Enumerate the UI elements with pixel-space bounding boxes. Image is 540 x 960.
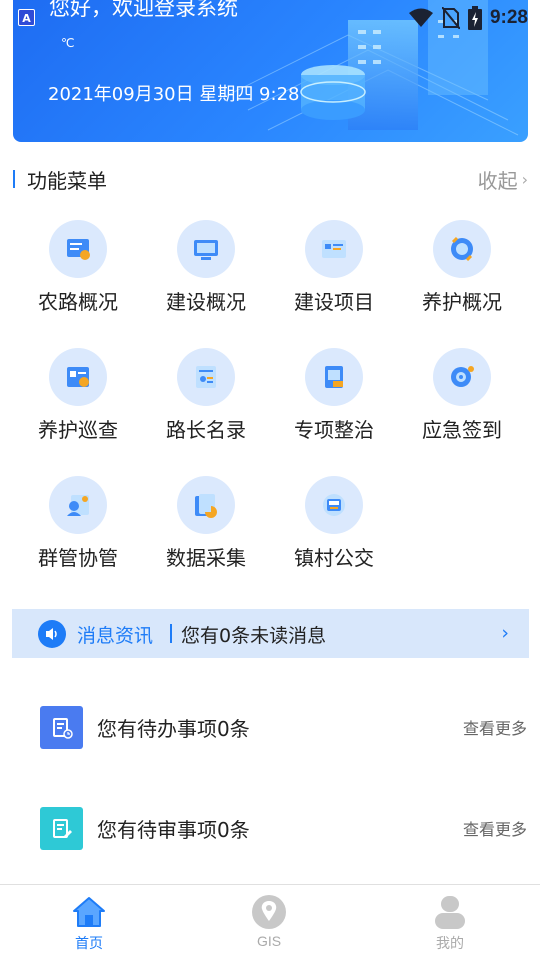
status-time: 9:28 [489,7,528,28]
menu-item-label: 建设概况 [166,290,246,314]
construction-project-icon [305,220,363,278]
menu-item-construction-project[interactable]: 建设项目 [270,220,398,330]
section-accent-bar [13,170,15,188]
pending-review-row[interactable]: 您有待审事项0条 查看更多 [0,798,540,858]
bottom-navigation: 首页 GIS 我的 [0,884,540,960]
message-label: 消息资讯 [77,625,154,647]
menu-item-label: 专项整治 [294,418,374,442]
menu-item-label: 镇村公交 [294,546,374,570]
pending-todo-more-link[interactable]: 查看更多 [463,715,527,739]
menu-item-label: 养护巡查 [38,418,118,442]
collapse-button[interactable]: 收起 › [478,165,528,194]
message-notice-bar[interactable]: 消息资讯 您有0条未读消息 › [12,609,529,658]
nav-home[interactable]: 首页 [29,893,149,953]
rural-road-icon [49,220,107,278]
unread-message-text: 您有0条未读消息 [181,625,327,647]
menu-item-label: 群管协管 [38,546,118,570]
nav-profile-label: 我的 [436,935,464,951]
nav-gis[interactable]: GIS [209,893,329,949]
menu-item-label: 农路概况 [38,290,118,314]
menu-item-special-rectification[interactable]: 专项整治 [270,348,398,458]
current-datetime: 2021年09月30日 星期四 9:28 [48,84,300,105]
review-document-icon [40,807,83,850]
menu-item-construction-overview[interactable]: 建设概况 [142,220,270,330]
menu-item-label: 养护概况 [422,290,502,314]
speaker-icon [38,620,66,648]
nav-home-label: 首页 [75,935,103,951]
todo-document-icon [40,706,83,749]
message-divider [170,624,172,643]
menu-item-road-chief-list[interactable]: 路长名录 [142,348,270,458]
menu-item-maintenance-patrol[interactable]: 养护巡查 [14,348,142,458]
chevron-right-icon: › [521,170,528,189]
group-management-icon [49,476,107,534]
construction-overview-icon [177,220,235,278]
menu-item-maintenance-overview[interactable]: 养护概况 [398,220,526,330]
home-icon [69,893,109,931]
collapse-label: 收起 [477,169,518,193]
menu-item-data-collection[interactable]: 数据采集 [142,476,270,586]
village-bus-icon [305,476,363,534]
user-profile-icon [430,893,470,931]
section-title: 功能菜单 [27,169,107,193]
menu-item-emergency-checkin[interactable]: 应急签到 [398,348,526,458]
menu-item-label: 应急签到 [422,418,502,442]
pending-todo-text: 您有待办事项0条 [97,717,250,741]
pending-review-text: 您有待审事项0条 [97,818,250,842]
battery-charging-icon [467,6,482,30]
temperature-unit: ℃ [61,36,75,50]
no-sim-icon [441,7,460,29]
menu-item-label: 路长名录 [166,418,246,442]
emergency-checkin-icon [433,348,491,406]
wifi-icon [408,8,433,27]
location-pin-icon [249,893,289,931]
maintenance-overview-icon [433,220,491,278]
menu-item-rural-road[interactable]: 农路概况 [14,220,142,330]
menu-item-label: 数据采集 [166,546,246,570]
pending-review-more-link[interactable]: 查看更多 [463,816,527,840]
pending-todo-row[interactable]: 您有待办事项0条 查看更多 [0,697,540,757]
menu-item-village-bus[interactable]: 镇村公交 [270,476,398,586]
status-bar: A 9:28 [0,0,540,36]
nav-gis-label: GIS [256,933,282,949]
menu-section-header: 功能菜单 收起 › [13,165,528,195]
data-collection-icon [177,476,235,534]
chevron-right-icon: › [501,622,509,644]
app-notification-icon: A [18,9,35,26]
maintenance-patrol-icon [49,348,107,406]
special-rectification-icon [305,348,363,406]
menu-item-group-management[interactable]: 群管协管 [14,476,142,586]
road-chief-list-icon [177,348,235,406]
menu-item-label: 建设项目 [294,290,374,314]
nav-profile[interactable]: 我的 [390,893,510,953]
